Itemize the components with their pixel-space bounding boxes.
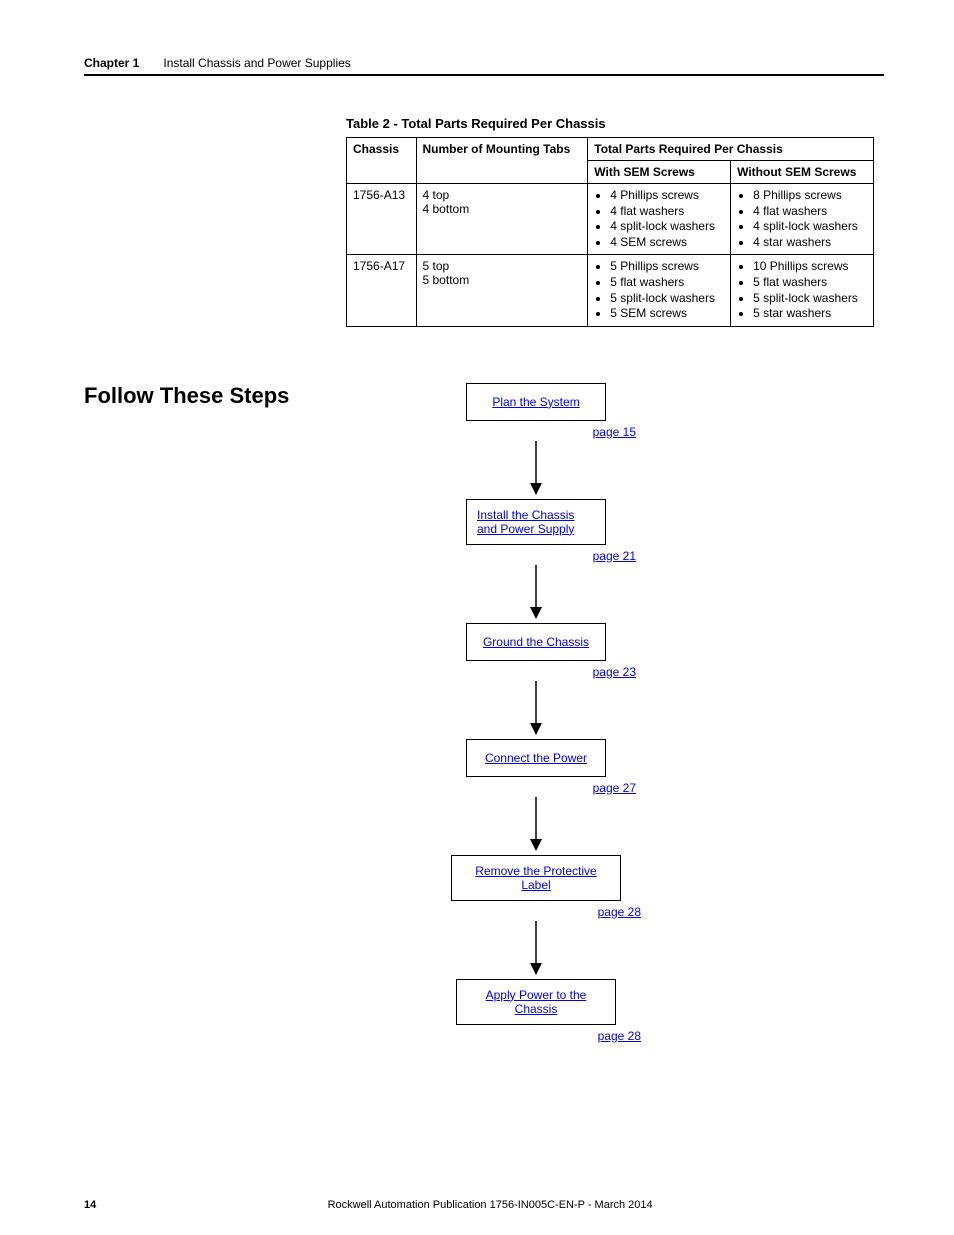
chapter-title: Install Chassis and Power Supplies: [163, 56, 350, 70]
chapter-label: Chapter 1: [84, 56, 139, 70]
parts-table: Chassis Number of Mounting Tabs Total Pa…: [346, 137, 874, 327]
col-total-span: Total Parts Required Per Chassis: [588, 138, 874, 161]
page-ref-link[interactable]: page 15: [593, 425, 636, 439]
page-ref-link[interactable]: page 28: [598, 1029, 641, 1043]
flow-step-connect: Connect the Power: [466, 739, 606, 777]
flow-link[interactable]: Apply Power to the Chassis: [467, 988, 605, 1016]
page-ref-link[interactable]: page 21: [593, 549, 636, 563]
arrow-down-icon: [406, 439, 666, 499]
flow-link[interactable]: Ground the Chassis: [483, 635, 589, 649]
flow-step-install: Install the Chassis and Power Supply: [466, 499, 606, 545]
cell-without: 8 Phillips screws 4 flat washers 4 split…: [731, 184, 874, 255]
cell-with: 5 Phillips screws 5 flat washers 5 split…: [588, 255, 731, 326]
arrow-down-icon: [406, 795, 666, 855]
flow-step-remove-label: Remove the Protective Label: [451, 855, 621, 901]
page-ref-link[interactable]: page 27: [593, 781, 636, 795]
table-caption: Table 2 - Total Parts Required Per Chass…: [346, 116, 884, 131]
flow-link[interactable]: Plan the System: [492, 395, 579, 409]
col-with: With SEM Screws: [588, 161, 731, 184]
cell-tabs: 4 top 4 bottom: [416, 184, 588, 255]
page-header: Chapter 1 Install Chassis and Power Supp…: [84, 56, 884, 76]
cell-without: 10 Phillips screws 5 flat washers 5 spli…: [731, 255, 874, 326]
table-row: 1756-A17 5 top 5 bottom 5 Phillips screw…: [347, 255, 874, 326]
arrow-down-icon: [406, 919, 666, 979]
table-row: 1756-A13 4 top 4 bottom 4 Phillips screw…: [347, 184, 874, 255]
arrow-down-icon: [406, 563, 666, 623]
publication-info: Rockwell Automation Publication 1756-IN0…: [96, 1199, 884, 1211]
flow-step-apply-power: Apply Power to the Chassis: [456, 979, 616, 1025]
flow-step-plan: Plan the System: [466, 383, 606, 421]
cell-chassis: 1756-A17: [347, 255, 417, 326]
col-without: Without SEM Screws: [731, 161, 874, 184]
page-number: 14: [84, 1199, 96, 1211]
section-heading: Follow These Steps: [84, 383, 346, 409]
cell-chassis: 1756-A13: [347, 184, 417, 255]
page-ref-link[interactable]: page 28: [598, 905, 641, 919]
flow-link[interactable]: Remove the Protective Label: [462, 864, 610, 892]
page-ref-link[interactable]: page 23: [593, 665, 636, 679]
flow-step-ground: Ground the Chassis: [466, 623, 606, 661]
flowchart: Plan the System page 15 Install the Chas…: [406, 383, 666, 1043]
page-footer: 14 Rockwell Automation Publication 1756-…: [84, 1199, 884, 1211]
col-tabs: Number of Mounting Tabs: [416, 138, 588, 184]
flow-link[interactable]: Install the Chassis and Power Supply: [477, 508, 595, 536]
flow-link[interactable]: Connect the Power: [485, 751, 587, 765]
col-chassis: Chassis: [347, 138, 417, 184]
cell-with: 4 Phillips screws 4 flat washers 4 split…: [588, 184, 731, 255]
arrow-down-icon: [406, 679, 666, 739]
cell-tabs: 5 top 5 bottom: [416, 255, 588, 326]
